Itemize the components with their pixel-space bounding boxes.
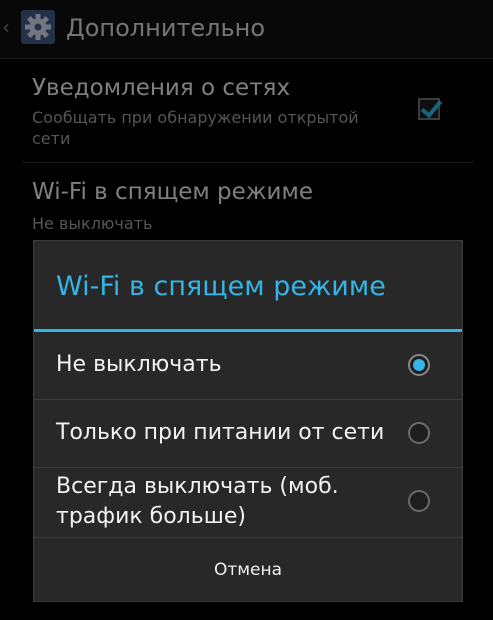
dialog-title: Wi-Fi в спящем режиме — [56, 271, 386, 302]
option-always-off[interactable]: Всегда выключать (моб. трафик больше) — [34, 468, 462, 536]
option-label: Только при питании от сети — [56, 420, 385, 445]
option-label: Не выключать — [56, 352, 222, 377]
radio-selected-icon[interactable] — [408, 354, 430, 376]
radio-unselected-icon[interactable] — [408, 490, 430, 512]
option-only-when-plugged[interactable]: Только при питании от сети — [34, 400, 462, 466]
cancel-button[interactable]: Отмена — [34, 537, 462, 602]
wifi-sleep-dialog: Wi-Fi в спящем режиме Не выключать Тольк… — [33, 240, 463, 602]
option-label: Всегда выключать (моб. трафик больше) — [56, 474, 339, 529]
radio-unselected-icon[interactable] — [408, 422, 430, 444]
option-never-off[interactable]: Не выключать — [34, 332, 462, 398]
